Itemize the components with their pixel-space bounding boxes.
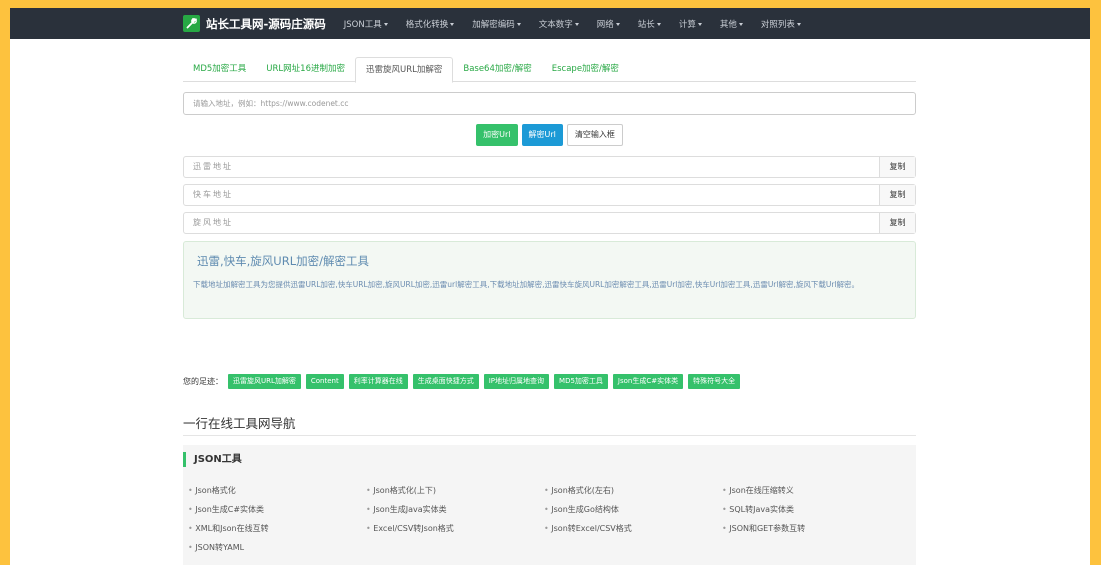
footprint-tag[interactable]: IP地址归属地查询 — [483, 374, 550, 389]
brand-title: 站长工具网-源码庄源码 — [206, 16, 326, 31]
info-text: 下载地址加解密工具为您提供迅雷URL加密,快车URL加密,旋风URL加密,迅雷u… — [193, 280, 860, 289]
footprint-tag[interactable]: 特殊符号大全 — [688, 374, 741, 389]
tab-escape[interactable]: Escape加密/解密 — [542, 57, 629, 82]
info-title: 迅雷,快车,旋风URL加密/解密工具 — [197, 254, 369, 268]
tool-link[interactable]: XML和Json在线互转 — [188, 523, 366, 534]
action-buttons: 加密Url 解密Url 清空输入框 — [183, 124, 916, 146]
flashget-address-row: 快车地址 复制 — [183, 184, 916, 206]
tab-thunder-url[interactable]: 迅雷旋风URL加解密 — [354, 57, 454, 83]
footprint-tag[interactable]: Json生成C#实体类 — [612, 374, 684, 389]
tool-link[interactable]: Excel/CSV转Json格式 — [366, 523, 544, 534]
caret-down-icon — [697, 22, 702, 26]
footprint-tag[interactable]: 生成桌面快捷方式 — [412, 374, 479, 389]
footprint-tag[interactable]: 利率计算器在线 — [348, 374, 408, 389]
section-title: 一行在线工具网导航 — [183, 413, 916, 436]
tool-link[interactable]: Json在线压缩转义 — [722, 485, 900, 496]
nav-format[interactable]: 格式化转换 — [406, 18, 455, 30]
footprint-bar: 您的足迹： 迅雷旋风URL加解密 Content 利率计算器在线 生成桌面快捷方… — [183, 374, 916, 389]
footprint-tag[interactable]: 迅雷旋风URL加解密 — [228, 374, 301, 389]
wrench-icon — [183, 15, 200, 32]
nav-webmaster[interactable]: 站长 — [638, 18, 661, 30]
nav-reference[interactable]: 对照列表 — [761, 18, 801, 30]
caret-down-icon — [796, 22, 801, 26]
tool-link[interactable]: JSON和GET参数互转 — [722, 523, 900, 534]
navbar: 站长工具网-源码庄源码 JSON工具 格式化转换 加解密编码 文本数字 网络 站… — [10, 8, 1090, 39]
nav-text[interactable]: 文本数字 — [539, 18, 579, 30]
json-tools-panel: JSON工具 Json格式化 Json格式化(上下) Json格式化(左右) J… — [183, 445, 916, 565]
thunder-address-input[interactable]: 迅雷地址 — [184, 157, 879, 177]
tool-link[interactable]: Json格式化(左右) — [544, 485, 722, 496]
caret-down-icon — [574, 22, 579, 26]
clear-button[interactable]: 清空输入框 — [566, 124, 623, 146]
nav-other[interactable]: 其他 — [720, 18, 743, 30]
copy-thunder-button[interactable]: 复制 — [879, 157, 915, 177]
tool-link[interactable]: JSON转YAML — [188, 542, 366, 553]
qqxf-address-row: 旋风地址 复制 — [183, 212, 916, 234]
tab-base64[interactable]: Base64加密/解密 — [453, 57, 541, 82]
qqxf-address-input[interactable]: 旋风地址 — [184, 213, 879, 233]
nav-menu: JSON工具 格式化转换 加解密编码 文本数字 网络 站长 计算 其他 对照列表 — [344, 18, 819, 30]
tool-link[interactable]: Json转Excel/CSV格式 — [544, 523, 722, 534]
tab-url-hex[interactable]: URL网址16进制加密 — [256, 57, 355, 82]
footprint-tag[interactable]: Content — [305, 374, 344, 389]
page-frame: 站长工具网-源码庄源码 JSON工具 格式化转换 加解密编码 文本数字 网络 站… — [10, 8, 1090, 565]
flashget-address-input[interactable]: 快车地址 — [184, 185, 879, 205]
json-tools-heading: JSON工具 — [183, 452, 242, 467]
tool-link[interactable]: Json生成C#实体类 — [188, 504, 366, 515]
thunder-address-row: 迅雷地址 复制 — [183, 156, 916, 178]
caret-down-icon — [450, 22, 455, 26]
caret-down-icon — [615, 22, 620, 26]
nav-crypto[interactable]: 加解密编码 — [472, 18, 521, 30]
tool-link[interactable]: Json生成Java实体类 — [366, 504, 544, 515]
footprint-label: 您的足迹： — [183, 377, 223, 386]
caret-down-icon — [383, 22, 388, 26]
info-box: 迅雷,快车,旋风URL加密/解密工具 下载地址加解密工具为您提供迅雷URL加密,… — [183, 241, 916, 319]
encrypt-button[interactable]: 加密Url — [476, 124, 518, 146]
tool-link[interactable]: Json格式化 — [188, 485, 366, 496]
copy-qqxf-button[interactable]: 复制 — [879, 213, 915, 233]
caret-down-icon — [656, 22, 661, 26]
url-input[interactable]: 请输入地址，例如：https://www.codenet.cc — [183, 92, 916, 115]
footprint-tag[interactable]: MD5加密工具 — [554, 374, 608, 389]
json-tools-links: Json格式化 Json格式化(上下) Json格式化(左右) Json在线压缩… — [188, 485, 908, 553]
caret-down-icon — [738, 22, 743, 26]
nav-network[interactable]: 网络 — [597, 18, 620, 30]
tab-md5[interactable]: MD5加密工具 — [183, 57, 256, 82]
brand[interactable]: 站长工具网-源码庄源码 — [183, 15, 326, 32]
tool-link[interactable]: Json生成Go结构体 — [544, 504, 722, 515]
nav-json[interactable]: JSON工具 — [344, 18, 388, 30]
copy-flashget-button[interactable]: 复制 — [879, 185, 915, 205]
tool-link[interactable]: SQL转Java实体类 — [722, 504, 900, 515]
tool-tabs: MD5加密工具 URL网址16进制加密 迅雷旋风URL加解密 Base64加密/… — [183, 57, 916, 83]
nav-calc[interactable]: 计算 — [679, 18, 702, 30]
decrypt-button[interactable]: 解密Url — [521, 124, 563, 146]
caret-down-icon — [516, 22, 521, 26]
tool-link[interactable]: Json格式化(上下) — [366, 485, 544, 496]
